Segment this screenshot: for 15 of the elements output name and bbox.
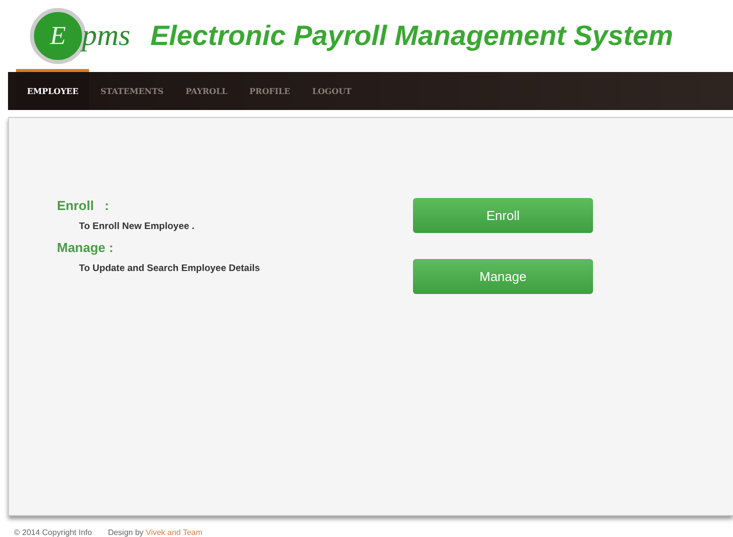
option-description: To Enroll New Employee . bbox=[79, 221, 196, 232]
option-heading: Manage : bbox=[57, 240, 114, 256]
design-link[interactable]: Vivek and Team bbox=[146, 528, 202, 537]
copyright-text: © 2014 Copyright Info bbox=[14, 528, 92, 537]
design-credit: Design by Vivek and Team bbox=[108, 528, 202, 537]
option-button[interactable]: Manage bbox=[413, 259, 593, 294]
option-description: To Update and Search Employee Details bbox=[79, 263, 261, 274]
nav-tab[interactable]: LOGOUT bbox=[301, 68, 363, 110]
site-title: Electronic Payroll Management System bbox=[150, 20, 674, 52]
nav-tab[interactable]: STATEMENTS bbox=[89, 68, 175, 110]
option-heading: Enroll : bbox=[57, 198, 110, 214]
nav-tab[interactable]: PROFILE bbox=[238, 68, 302, 110]
nav-tab[interactable]: EMPLOYEE bbox=[16, 68, 90, 110]
option-button[interactable]: Enroll bbox=[413, 198, 593, 234]
nav-tab[interactable]: PAYROLL bbox=[174, 68, 238, 110]
